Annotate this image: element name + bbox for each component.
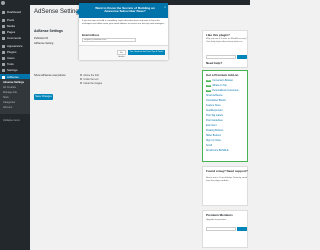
comment-icon bbox=[2, 36, 5, 40]
submenu-item-settings[interactable]: Adsense Settings bbox=[3, 81, 24, 84]
dashboard-icon bbox=[2, 10, 5, 14]
pin-icon bbox=[2, 18, 5, 22]
premium-button[interactable] bbox=[237, 227, 247, 231]
close-icon[interactable]: × bbox=[164, 5, 166, 9]
addon-link[interactable]: Sign Up Inline bbox=[206, 139, 221, 142]
addons-title: Get a Premium Add-on bbox=[206, 73, 239, 77]
addon-link[interactable]: NEWConversion Booster bbox=[206, 79, 233, 82]
premium-field[interactable] bbox=[206, 227, 236, 231]
rating-field[interactable] bbox=[206, 55, 236, 59]
plugin-icon bbox=[2, 50, 5, 54]
popup-footer: No, thanks Yes, Send me the Free Tips & … bbox=[79, 45, 168, 60]
adsense-submenu: Adsense Settings Ad Creation Manage Ads … bbox=[0, 79, 30, 114]
premium-title: Premium Members bbox=[206, 213, 233, 217]
send-tips-button[interactable]: Yes, Send me the Free Tips & Tricks bbox=[128, 50, 165, 55]
rate-button[interactable] bbox=[237, 55, 247, 59]
admin-screen: Dashboard Posts Media Pages Comments App… bbox=[0, 0, 250, 250]
media-icon bbox=[2, 24, 5, 28]
need-help-title: Need help? bbox=[206, 61, 223, 65]
save-changes-button[interactable]: Save Changes bbox=[34, 94, 53, 100]
addon-link[interactable]: Feature Store bbox=[206, 104, 221, 107]
support-box: Found a bug? Need support? Reach out to … bbox=[202, 166, 248, 206]
radio-inside-images[interactable]: Inside the images bbox=[80, 82, 102, 85]
email-field[interactable]: support@rvwebsite.com bbox=[82, 37, 136, 42]
addon-link[interactable]: Post Tag Labels bbox=[206, 114, 223, 117]
section-title: AdSense Settings bbox=[34, 29, 63, 33]
publisher-id-label: Publisher ID bbox=[34, 37, 49, 40]
popup-description: If you are keen to build a compelling, l… bbox=[82, 20, 165, 25]
collapse-menu-button[interactable]: Collapse menu bbox=[3, 119, 20, 122]
brush-icon bbox=[2, 44, 5, 48]
radio-under-text[interactable]: Under the text bbox=[80, 78, 98, 81]
addon-link[interactable]: Exit Intent bbox=[206, 124, 217, 127]
addon-link[interactable]: NEWWhats on Top bbox=[206, 84, 227, 87]
addon-link[interactable]: Scroll bbox=[206, 144, 212, 147]
popup-title: Want to Know the Secrets of Building an … bbox=[95, 5, 155, 14]
like-plugin-text: Why not rate it 5 stars on WordPress.org… bbox=[206, 38, 247, 43]
sidebar-item-dashboard[interactable]: Dashboard bbox=[0, 9, 30, 15]
sidebar-item-comments[interactable]: Comments bbox=[0, 35, 30, 41]
wordpress-icon[interactable] bbox=[1, 0, 5, 5]
subscribe-popup: Want to Know the Secrets of Building an … bbox=[76, 3, 168, 60]
addon-link[interactable]: Post Guidelines bbox=[206, 119, 223, 122]
submenu-item-manage-ads[interactable]: Manage Ads bbox=[3, 91, 17, 94]
addon-link[interactable]: Slider Buttons bbox=[206, 134, 221, 137]
addon-link[interactable]: All Add-ons BUNDLE bbox=[206, 149, 228, 152]
premium-addons-box: Get a Premium Add-on NEWConversion Boost… bbox=[202, 70, 248, 162]
like-plugin-title: Like this plugin? bbox=[206, 33, 230, 37]
adsense-setting-label: AdSense Setting bbox=[34, 42, 54, 45]
submenu-item-categories[interactable]: Categories bbox=[3, 101, 15, 104]
no-thanks-button[interactable]: No, thanks bbox=[117, 50, 126, 58]
support-text: Reach out to Crunch Helps Team by email … bbox=[206, 177, 247, 182]
wrench-icon bbox=[2, 62, 5, 66]
support-title: Found a bug? Need support? bbox=[206, 169, 248, 173]
addon-link[interactable]: Floating Buttons bbox=[206, 129, 223, 132]
addon-link[interactable]: NEWPersonalized Conversion bbox=[206, 89, 239, 92]
submenu-item-ad-creation[interactable]: Ad Creation bbox=[3, 86, 16, 89]
user-icon bbox=[2, 56, 5, 60]
radio-above-fold[interactable]: Above the fold bbox=[80, 74, 99, 77]
submenu-item-stats[interactable]: Stats bbox=[3, 96, 9, 99]
sidebar-item-settings[interactable]: Settings bbox=[0, 67, 30, 73]
addon-link[interactable]: AutoResponder bbox=[206, 109, 223, 112]
premium-members-box: Premium Members Upgrade to premium. bbox=[202, 210, 248, 248]
settings-icon bbox=[2, 68, 5, 72]
page-title: AdSense Settings bbox=[34, 9, 82, 15]
display-setting-label: Show AdSense everywhere bbox=[34, 74, 66, 77]
addon-link[interactable]: Countdown Blocks bbox=[206, 99, 226, 102]
submenu-item-addons[interactable]: Add-ons bbox=[3, 106, 12, 109]
like-plugin-box: Like this plugin? Why not rate it 5 star… bbox=[202, 30, 248, 68]
popup-header: Want to Know the Secrets of Building an … bbox=[79, 3, 168, 18]
page-icon bbox=[2, 30, 5, 34]
premium-text: Upgrade to premium. bbox=[206, 219, 227, 221]
admin-sidebar: Dashboard Posts Media Pages Comments App… bbox=[0, 5, 30, 250]
addon-link[interactable]: Smart AdSense bbox=[206, 94, 223, 97]
